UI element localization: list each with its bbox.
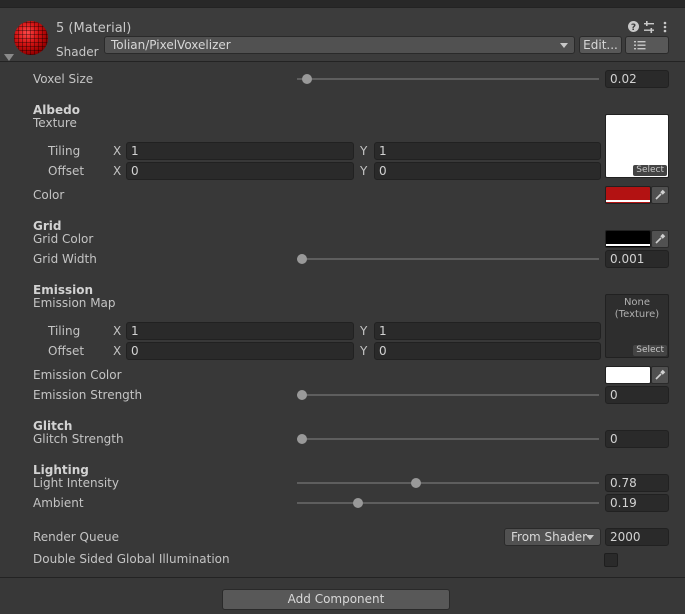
material-header: 5 (Material) ? Shader Tolian/PixelVoxeli…	[0, 8, 685, 62]
albedo-offset-y-field[interactable]: 0	[374, 162, 601, 180]
render-queue-label: Render Queue	[33, 530, 119, 544]
double-sided-gi-checkbox[interactable]	[604, 553, 618, 567]
albedo-offset-label: Offset	[48, 164, 85, 178]
emission-strength-label: Emission Strength	[33, 388, 143, 402]
material-preview-icon	[14, 21, 48, 55]
emission-offset-y-field[interactable]: 0	[374, 342, 601, 360]
chevron-down-icon	[586, 535, 594, 540]
glitch-heading: Glitch	[33, 419, 73, 433]
albedo-tiling-y-field[interactable]: 1	[374, 142, 601, 160]
render-queue-dropdown[interactable]: From Shader	[504, 528, 601, 546]
light-intensity-field[interactable]: 0.78	[605, 474, 669, 492]
voxel-size-field[interactable]: 0.02	[605, 70, 669, 88]
voxel-size-slider-track[interactable]	[297, 78, 599, 80]
emission-map-none-line2: (Texture)	[614, 309, 660, 320]
emission-tiling-y-axis: Y	[360, 324, 368, 338]
emission-offset-x-field[interactable]: 0	[126, 342, 354, 360]
grid-color-label: Grid Color	[33, 232, 94, 246]
albedo-tiling-label: Tiling	[48, 144, 81, 158]
double-sided-gi-label: Double Sided Global Illumination	[33, 552, 230, 566]
add-component-button[interactable]: Add Component	[222, 589, 450, 610]
shader-dropdown[interactable]: Tolian/PixelVoxelizer	[104, 36, 575, 54]
albedo-texture-select-button[interactable]: Select	[633, 165, 667, 176]
shader-value: Tolian/PixelVoxelizer	[111, 38, 231, 52]
ambient-field[interactable]: 0.19	[605, 494, 669, 512]
presets-icon[interactable]	[642, 21, 656, 36]
glitch-strength-slider-track[interactable]	[297, 438, 599, 440]
albedo-texture-label: Texture	[33, 116, 77, 130]
glitch-strength-field[interactable]: 0	[605, 430, 669, 448]
svg-text:?: ?	[630, 23, 635, 32]
light-intensity-label: Light Intensity	[33, 476, 119, 490]
shader-options-dropdown[interactable]	[625, 36, 669, 54]
eyedropper-icon[interactable]	[651, 366, 669, 384]
render-queue-mode: From Shader	[511, 530, 588, 544]
voxel-size-label: Voxel Size	[33, 72, 94, 86]
ambient-slider-thumb[interactable]	[353, 498, 363, 508]
list-icon	[634, 37, 646, 57]
light-intensity-slider-thumb[interactable]	[411, 478, 421, 488]
albedo-tiling-x-field[interactable]: 1	[126, 142, 354, 160]
render-queue-field[interactable]: 2000	[605, 528, 669, 546]
emission-offset-y-axis: Y	[360, 344, 368, 358]
inspector-top-strip	[0, 0, 685, 8]
emission-color-swatch[interactable]	[605, 366, 651, 384]
emission-color-label: Emission Color	[33, 368, 122, 382]
eyedropper-icon[interactable]	[651, 186, 669, 204]
emission-map-none-line1: None	[623, 297, 651, 308]
more-options-icon[interactable]	[658, 21, 672, 36]
emission-offset-label: Offset	[48, 344, 85, 358]
emission-map-select-button[interactable]: Select	[633, 345, 667, 356]
emission-heading: Emission	[33, 283, 93, 297]
grid-heading: Grid	[33, 219, 62, 233]
grid-width-label: Grid Width	[33, 252, 97, 266]
emission-map-label: Emission Map	[33, 296, 116, 310]
albedo-heading: Albedo	[33, 103, 80, 117]
divider	[0, 577, 685, 578]
shader-label: Shader	[56, 45, 99, 59]
grid-width-slider-track[interactable]	[297, 258, 599, 260]
glitch-strength-slider-thumb[interactable]	[297, 434, 307, 444]
grid-width-field[interactable]: 0.001	[605, 250, 669, 268]
chevron-down-icon	[560, 43, 568, 48]
emission-tiling-label: Tiling	[48, 324, 81, 338]
voxel-size-slider-thumb[interactable]	[302, 74, 312, 84]
help-icon[interactable]: ?	[626, 21, 640, 35]
lighting-heading: Lighting	[33, 463, 89, 477]
glitch-strength-label: Glitch Strength	[33, 432, 124, 446]
albedo-offset-x-field[interactable]: 0	[126, 162, 354, 180]
foldout-arrow-icon[interactable]	[4, 54, 14, 61]
emission-strength-slider-thumb[interactable]	[297, 390, 307, 400]
emission-strength-slider-track[interactable]	[297, 394, 599, 396]
emission-tiling-x-axis: X	[113, 324, 122, 338]
albedo-tiling-x-axis: X	[113, 144, 122, 158]
grid-width-slider-thumb[interactable]	[297, 254, 307, 264]
albedo-offset-y-axis: Y	[360, 164, 368, 178]
albedo-texture-slot[interactable]: Select	[605, 114, 669, 178]
ambient-label: Ambient	[33, 496, 84, 510]
albedo-color-label: Color	[33, 188, 65, 202]
emission-tiling-y-field[interactable]: 1	[374, 322, 601, 340]
albedo-tiling-y-axis: Y	[360, 144, 368, 158]
ambient-slider-track[interactable]	[297, 502, 599, 504]
albedo-color-swatch[interactable]	[605, 186, 651, 204]
eyedropper-icon[interactable]	[651, 230, 669, 248]
grid-color-swatch[interactable]	[605, 230, 651, 248]
material-title: 5 (Material)	[56, 21, 132, 36]
light-intensity-slider-track[interactable]	[297, 482, 599, 484]
edit-shader-button[interactable]: Edit...	[579, 36, 622, 54]
albedo-offset-x-axis: X	[113, 164, 122, 178]
emission-strength-field[interactable]: 0	[605, 386, 669, 404]
emission-map-slot[interactable]: None (Texture) Select	[605, 294, 669, 358]
emission-tiling-x-field[interactable]: 1	[126, 322, 354, 340]
emission-offset-x-axis: X	[113, 344, 122, 358]
